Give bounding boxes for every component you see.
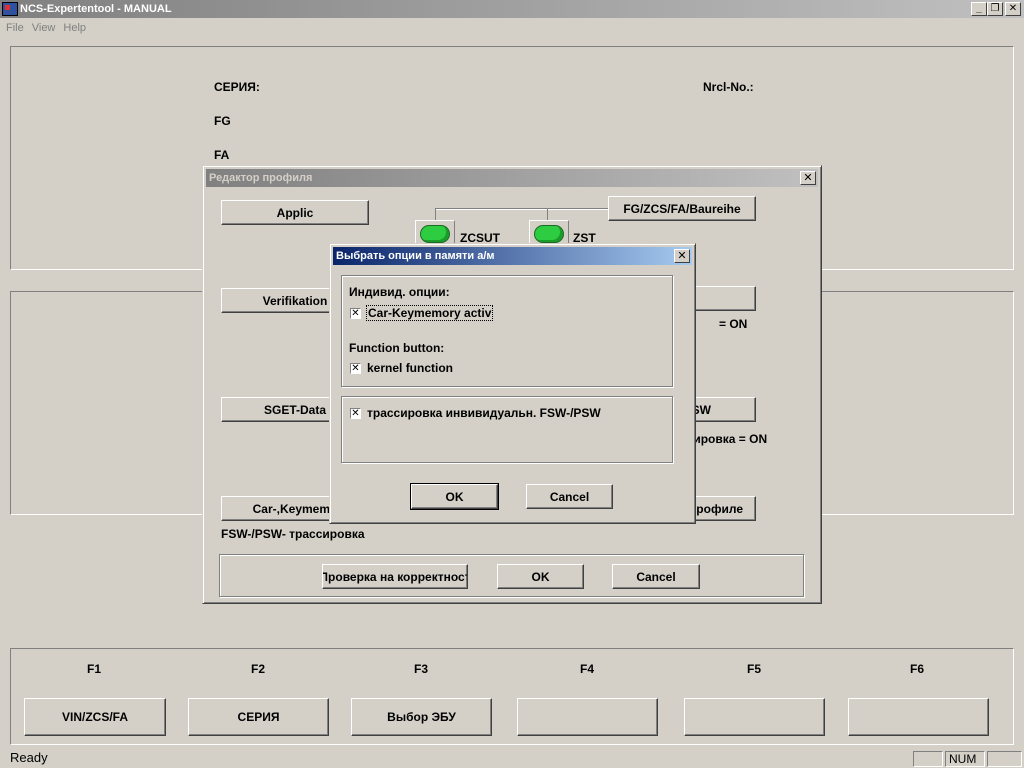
f2-series-button[interactable]: СЕРИЯ [188,698,329,736]
f5-button[interactable] [684,698,825,736]
f5-label: F5 [747,662,762,676]
f1-label: F1 [87,662,102,676]
minimize-button[interactable]: _ [971,2,987,16]
status-cell-empty-2 [987,751,1022,767]
window-title: NCS-Expertentool - MANUAL [20,3,172,15]
car-keymemory-label: Car-Keymemory activ [365,305,494,321]
title-bar: NCS-Expertentool - MANUAL _ ❐ ✕ [0,0,1024,18]
kernel-function-option[interactable]: ✕ kernel function [350,361,453,375]
trace-label: трассировка инвивидуальн. FSW-/PSW [367,406,601,420]
trace-option[interactable]: ✕ трассировка инвивидуальн. FSW-/PSW [350,406,601,420]
f1-vin-zcs-fa-button[interactable]: VIN/ZCS/FA [24,698,166,736]
menu-bar: File View Help [0,19,90,37]
connector-drop-zst [547,208,548,220]
fg-label: FG [214,114,231,128]
status-bar: Ready NUM [0,749,1024,768]
zst-led-icon [534,225,564,243]
f3-select-ecu-button[interactable]: Выбор ЭБУ [351,698,492,736]
f6-label: F6 [910,662,925,676]
series-label: СЕРИЯ: [214,80,260,94]
menu-view[interactable]: View [28,22,60,34]
connector-drop-zcsut [435,208,436,220]
individual-options-label: Индивид. опции: [349,285,450,299]
options-titlebar: Выбрать опции в памяти а/м ✕ [333,247,692,265]
function-button-label: Function button: [349,341,445,355]
profile-ok-button[interactable]: OK [497,564,584,589]
profile-editor-title: Редактор профиля [209,172,313,184]
options-title: Выбрать опции в памяти а/м [336,250,495,262]
app-icon [2,2,18,16]
car-keymemory-checkbox[interactable]: ✕ [350,307,361,319]
connector-line-highlight [435,209,608,210]
applic-button[interactable]: Applic [221,200,369,225]
num-lock-indicator: NUM [945,751,985,767]
fa-label: FA [214,148,230,162]
on-text-1: = ON [719,317,748,331]
f6-button[interactable] [848,698,989,736]
close-button[interactable]: ✕ [1005,2,1021,16]
kernel-function-checkbox[interactable]: ✕ [350,362,361,374]
profile-cancel-button[interactable]: Cancel [612,564,700,589]
f3-label: F3 [414,662,429,676]
car-keymemory-option[interactable]: ✕ Car-Keymemory activ [350,305,494,321]
kernel-function-label: kernel function [367,361,454,375]
status-cell-empty [913,751,943,767]
restore-button[interactable]: ❐ [987,2,1003,16]
options-cancel-button[interactable]: Cancel [526,484,613,509]
f4-label: F4 [580,662,595,676]
status-text: Ready [10,750,48,765]
f4-button[interactable] [517,698,658,736]
profile-editor-titlebar: Редактор профиля ✕ [206,169,818,187]
zcsut-led-icon [420,225,450,243]
options-close-button[interactable]: ✕ [674,249,690,263]
trace-checkbox[interactable]: ✕ [350,407,361,419]
fg-zcs-fa-baureihe-button[interactable]: FG/ZCS/FA/Baureihe [608,196,756,221]
fsw-trace-label: FSW-/PSW- трассировка [221,527,365,541]
f2-label: F2 [251,662,266,676]
menu-help[interactable]: Help [59,22,90,34]
menu-file[interactable]: File [2,22,28,34]
nrcl-label: Nrcl-No.: [703,80,754,94]
check-correctness-button[interactable]: Проверка на корректност [322,564,468,589]
options-ok-button[interactable]: OK [410,483,499,510]
profile-close-button[interactable]: ✕ [800,171,816,185]
